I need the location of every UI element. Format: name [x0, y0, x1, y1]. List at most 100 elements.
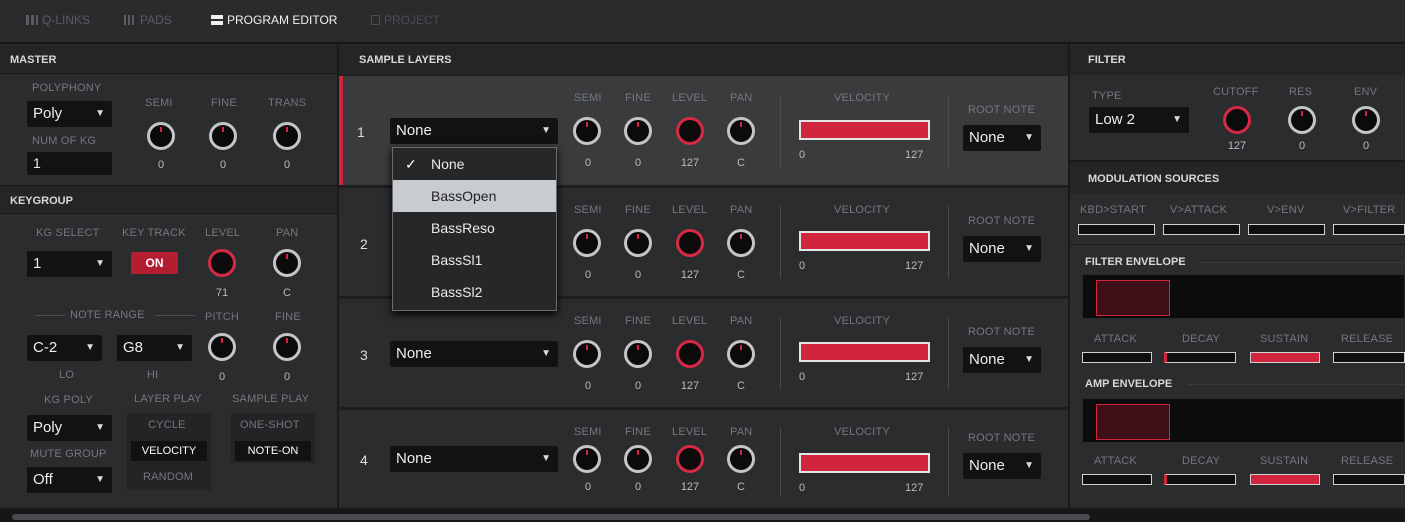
num-kg-field[interactable]: 1 — [27, 152, 112, 175]
layer-number: 2 — [360, 236, 368, 252]
filter-envelope-title: FILTER ENVELOPE — [1085, 256, 1186, 268]
res-knob[interactable] — [1288, 106, 1316, 134]
root-note-select[interactable]: None ▼ — [963, 453, 1041, 479]
semi-knob[interactable] — [573, 445, 601, 473]
semi-knob[interactable] — [573, 229, 601, 257]
fine-knob[interactable] — [624, 445, 652, 473]
semi-value: 0 — [584, 380, 592, 392]
kg-select-dropdown[interactable]: 1 ▼ — [27, 251, 112, 277]
project-icon — [371, 15, 380, 25]
amp-attack-slider[interactable] — [1082, 474, 1152, 485]
root-note-select[interactable]: None ▼ — [963, 125, 1041, 151]
tab-program-editor[interactable]: PROGRAM EDITOR — [211, 13, 337, 27]
env-knob[interactable] — [1352, 106, 1380, 134]
note-range-label: NOTE RANGE — [70, 309, 145, 321]
fine-knob[interactable] — [624, 340, 652, 368]
filter-envelope-display[interactable] — [1082, 274, 1405, 319]
cutoff-knob[interactable] — [1223, 106, 1251, 134]
filter-type-select[interactable]: Low 2 ▼ — [1089, 107, 1189, 133]
trans-knob[interactable] — [273, 122, 301, 150]
semi-label: SEMI — [574, 92, 602, 104]
kg-level-knob[interactable] — [208, 249, 236, 277]
menu-item-bassopen[interactable]: BassOpen — [393, 180, 556, 212]
fine-knob[interactable] — [624, 117, 652, 145]
amp-release-slider[interactable] — [1333, 474, 1405, 485]
mod-v-env-slider[interactable] — [1248, 224, 1325, 235]
fine-knob[interactable] — [209, 122, 237, 150]
filter-envelope-rule — [1200, 262, 1405, 263]
fine-value: 0 — [634, 380, 642, 392]
key-track-toggle[interactable]: ON — [131, 252, 178, 274]
filter-release-slider[interactable] — [1333, 352, 1405, 363]
layer-play-label: LAYER PLAY — [134, 393, 202, 405]
semi-knob[interactable] — [147, 122, 175, 150]
chevron-down-icon: ▼ — [1024, 354, 1034, 365]
amp-decay-slider[interactable] — [1164, 474, 1236, 485]
level-knob[interactable] — [676, 340, 704, 368]
fine-knob[interactable] — [624, 229, 652, 257]
pan-knob[interactable] — [727, 445, 755, 473]
tab-q-links[interactable]: Q-LINKS — [26, 13, 90, 27]
level-knob[interactable] — [676, 445, 704, 473]
level-knob[interactable] — [676, 117, 704, 145]
level-knob[interactable] — [676, 229, 704, 257]
filter-envelope-shape — [1096, 280, 1170, 316]
note-range-line-left — [35, 315, 65, 316]
root-note-select[interactable]: None ▼ — [963, 347, 1041, 373]
semi-knob[interactable] — [573, 117, 601, 145]
filter-type-label: TYPE — [1092, 90, 1122, 102]
pan-knob[interactable] — [727, 117, 755, 145]
pan-knob[interactable] — [727, 340, 755, 368]
fine-value: 0 — [219, 159, 227, 171]
note-range-hi-select[interactable]: G8 ▼ — [117, 335, 192, 361]
kg-pan-label: PAN — [276, 227, 299, 239]
mod-v-attack-slider[interactable] — [1163, 224, 1240, 235]
pitch-knob[interactable] — [208, 333, 236, 361]
kg-pan-knob[interactable] — [273, 249, 301, 277]
filter-sustain-slider[interactable] — [1250, 352, 1320, 363]
velocity-range-bar[interactable] — [799, 120, 930, 140]
layer-play-cycle[interactable]: CYCLE — [148, 419, 186, 431]
tab-pads[interactable]: PADS — [124, 13, 172, 27]
kg-fine-knob[interactable] — [273, 333, 301, 361]
scrollbar-thumb[interactable] — [12, 514, 1090, 520]
cutoff-label: CUTOFF — [1213, 86, 1259, 98]
filter-attack-slider[interactable] — [1082, 352, 1152, 363]
tab-project[interactable]: PROJECT — [371, 13, 440, 27]
root-note-select[interactable]: None ▼ — [963, 236, 1041, 262]
sample-play-note-on[interactable]: NOTE-ON — [235, 441, 311, 461]
menu-item-basssl1[interactable]: BassSl1 — [393, 244, 556, 276]
amp-envelope-display[interactable] — [1082, 398, 1405, 443]
horizontal-scrollbar[interactable] — [0, 510, 1405, 522]
layer-play-random[interactable]: RANDOM — [143, 471, 193, 483]
filter-decay-slider[interactable] — [1164, 352, 1236, 363]
semi-knob[interactable] — [573, 340, 601, 368]
note-range-lo-select[interactable]: C-2 ▼ — [27, 335, 102, 361]
sample-select[interactable]: None ▼ — [390, 341, 558, 367]
velocity-range-bar[interactable] — [799, 231, 930, 251]
kg-poly-select[interactable]: Poly ▼ — [27, 415, 112, 441]
velocity-label: VELOCITY — [834, 426, 891, 438]
kg-level-value: 71 — [215, 287, 229, 299]
sample-play-one-shot[interactable]: ONE-SHOT — [240, 419, 300, 431]
velocity-range-bar[interactable] — [799, 453, 930, 473]
sample-select[interactable]: None ▼ — [390, 118, 558, 144]
chevron-down-icon: ▼ — [1024, 243, 1034, 254]
velocity-range-bar[interactable] — [799, 342, 930, 362]
mute-group-select[interactable]: Off ▼ — [27, 467, 112, 493]
mod-v-filter-slider[interactable] — [1333, 224, 1405, 235]
amp-sustain-slider[interactable] — [1250, 474, 1320, 485]
pan-knob[interactable] — [727, 229, 755, 257]
menu-item-none[interactable]: ✓ None — [393, 148, 556, 180]
polyphony-select[interactable]: Poly ▼ — [27, 101, 112, 127]
mod-kbd-start-slider[interactable] — [1078, 224, 1155, 235]
velocity-min: 0 — [799, 482, 806, 494]
sample-layers-title: SAMPLE LAYERS — [359, 54, 452, 66]
root-note-label: ROOT NOTE — [968, 104, 1035, 116]
res-label: RES — [1289, 86, 1313, 98]
menu-item-bassreso[interactable]: BassReso — [393, 212, 556, 244]
sample-select[interactable]: None ▼ — [390, 446, 558, 472]
keygroup-title: KEYGROUP — [10, 195, 73, 207]
layer-play-velocity[interactable]: VELOCITY — [131, 441, 207, 461]
menu-item-basssl2[interactable]: BassSl2 — [393, 276, 556, 308]
